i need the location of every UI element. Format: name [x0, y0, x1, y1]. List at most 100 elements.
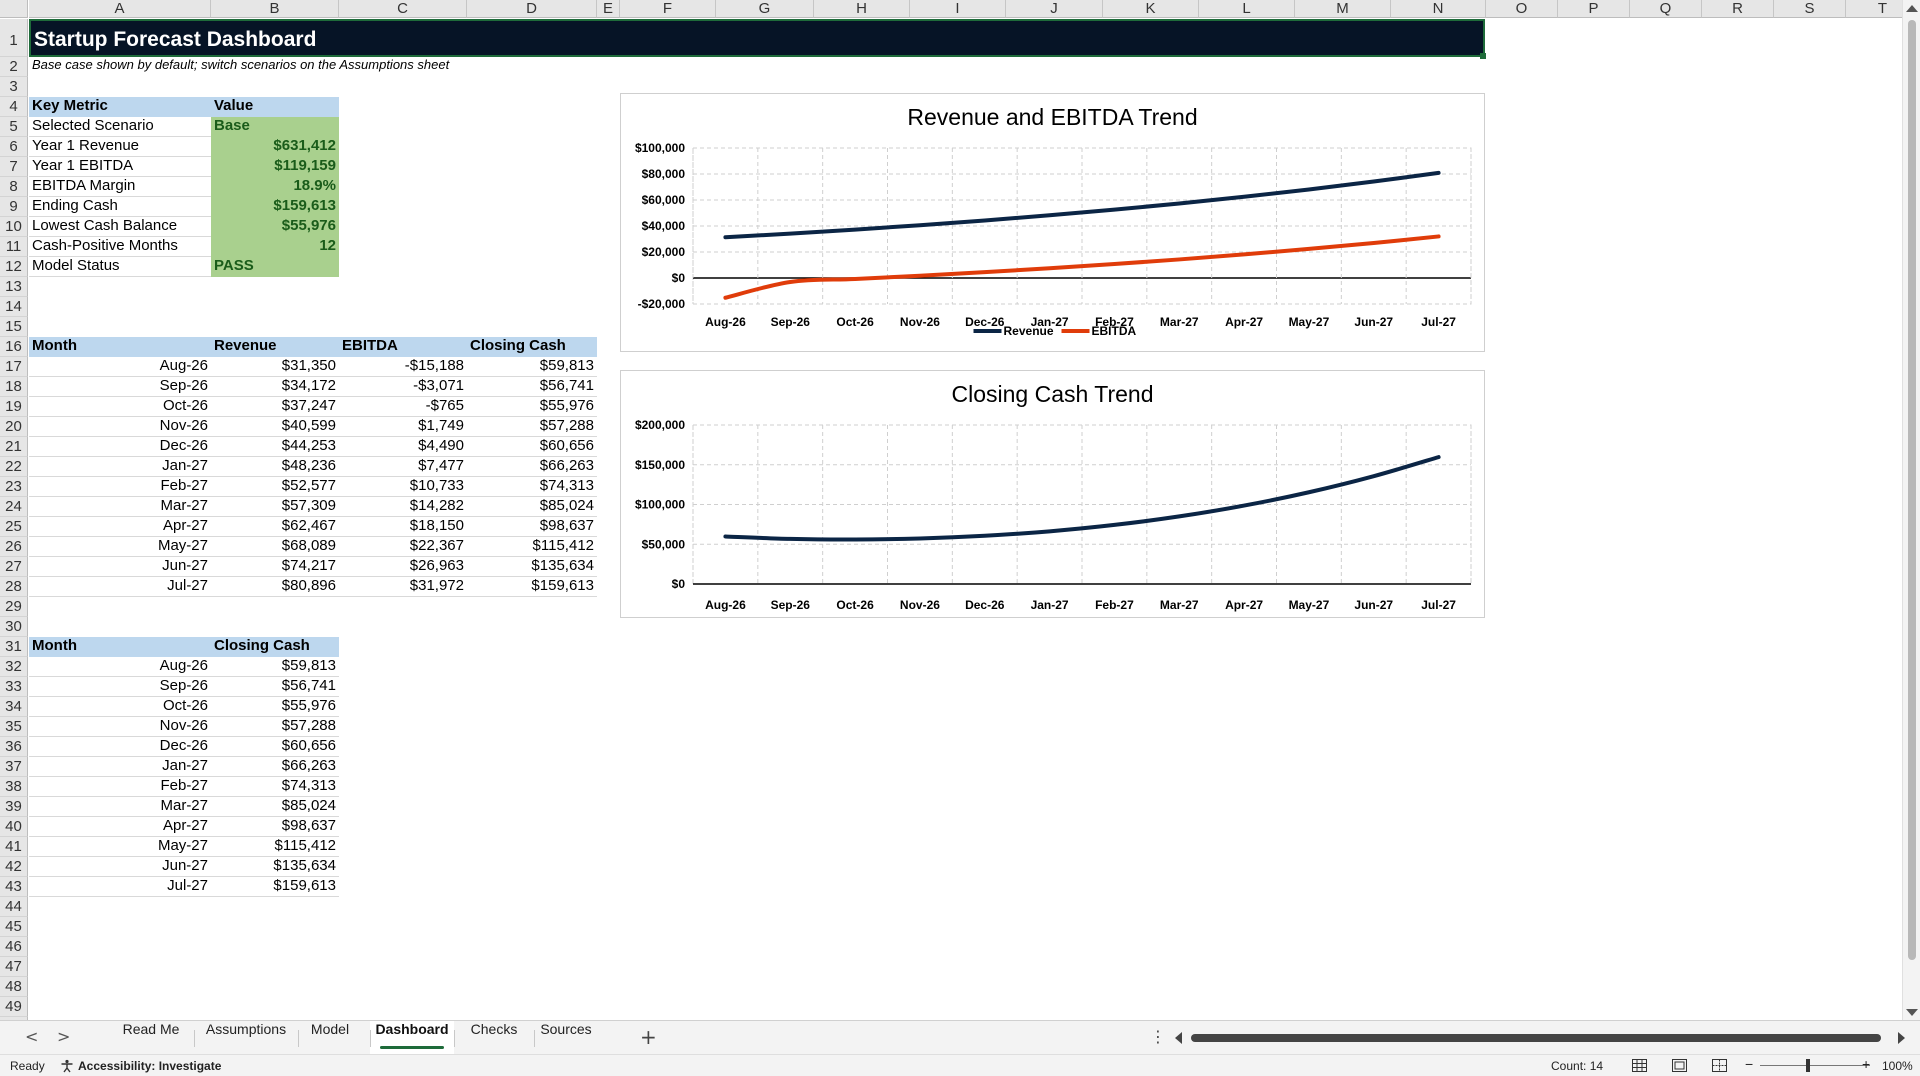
table-cell[interactable]: $66,263	[467, 457, 597, 477]
sheet-tab-read-me[interactable]: Read Me	[108, 1021, 194, 1055]
row-header[interactable]: 19	[0, 397, 28, 417]
table-cell[interactable]: Oct-26	[29, 397, 211, 417]
column-header[interactable]: O	[1486, 0, 1558, 18]
row-header[interactable]: 44	[0, 897, 28, 917]
row-header[interactable]: 13	[0, 277, 28, 297]
table-cell[interactable]: $159,613	[211, 877, 339, 897]
row-header[interactable]: 23	[0, 477, 28, 497]
table-cell[interactable]: $57,309	[211, 497, 339, 517]
row-header[interactable]: 33	[0, 677, 28, 697]
table-cell[interactable]: $37,247	[211, 397, 339, 417]
row-header[interactable]: 48	[0, 977, 28, 997]
table-cell[interactable]: $59,813	[211, 657, 339, 677]
vertical-scroll-thumb[interactable]	[1908, 20, 1916, 960]
row-header[interactable]: 11	[0, 237, 28, 257]
column-header[interactable]: K	[1103, 0, 1199, 18]
metric-label[interactable]: Year 1 Revenue	[29, 137, 211, 157]
table-cell[interactable]: $85,024	[211, 797, 339, 817]
row-header[interactable]: 30	[0, 617, 28, 637]
page-layout-icon[interactable]	[1672, 1059, 1687, 1075]
column-header[interactable]: E	[597, 0, 620, 18]
column-header[interactable]: D	[467, 0, 597, 18]
table-cell[interactable]: $56,741	[211, 677, 339, 697]
column-header[interactable]: H	[814, 0, 910, 18]
table-cell[interactable]: $4,490	[339, 437, 467, 457]
table-cell[interactable]: Jun-27	[29, 857, 211, 877]
sheet-tab-checks[interactable]: Checks	[454, 1021, 534, 1055]
table-cell[interactable]: $60,656	[467, 437, 597, 457]
table-cell[interactable]: $115,412	[211, 837, 339, 857]
row-header[interactable]: 20	[0, 417, 28, 437]
column-header[interactable]: M	[1295, 0, 1391, 18]
row-header[interactable]: 27	[0, 557, 28, 577]
table-cell[interactable]: $31,972	[339, 577, 467, 597]
table-cell[interactable]: $14,282	[339, 497, 467, 517]
row-header[interactable]: 18	[0, 377, 28, 397]
table-cell[interactable]: $34,172	[211, 377, 339, 397]
column-header[interactable]: R	[1702, 0, 1774, 18]
metric-value[interactable]: Base	[211, 117, 339, 137]
table-cell[interactable]: Nov-26	[29, 417, 211, 437]
table-cell[interactable]: $18,150	[339, 517, 467, 537]
worksheet-grid[interactable]: A B C D E F G H I J K L M N O P Q R S T 1 2 3 4 5 6 7 8 9 10 11 12 13 14 1…	[0, 0, 1902, 1020]
table-cell[interactable]: $159,613	[467, 577, 597, 597]
zoom-out-icon[interactable]: −	[1745, 1056, 1753, 1072]
dashboard-title[interactable]: Startup Forecast Dashboard	[29, 19, 1485, 57]
row-header[interactable]: 7	[0, 157, 28, 177]
table-header[interactable]: Closing Cash	[211, 637, 339, 657]
metric-label[interactable]: Cash-Positive Months	[29, 237, 211, 257]
row-header[interactable]: 10	[0, 217, 28, 237]
accessibility-icon[interactable]	[60, 1059, 74, 1076]
row-header[interactable]: 31	[0, 637, 28, 657]
table-cell[interactable]: $7,477	[339, 457, 467, 477]
column-header[interactable]: B	[211, 0, 339, 18]
row-header[interactable]: 26	[0, 537, 28, 557]
metric-value[interactable]: PASS	[211, 257, 339, 277]
prev-sheet-icon[interactable]: <	[25, 1027, 38, 1046]
table-cell[interactable]: $52,577	[211, 477, 339, 497]
table-cell[interactable]: $98,637	[211, 817, 339, 837]
table-header[interactable]: Month	[29, 637, 211, 657]
column-header[interactable]: L	[1199, 0, 1295, 18]
metric-value[interactable]: $631,412	[211, 137, 339, 157]
table-cell[interactable]: May-27	[29, 537, 211, 557]
table-cell[interactable]: Dec-26	[29, 437, 211, 457]
table-cell[interactable]: $135,634	[467, 557, 597, 577]
row-header[interactable]: 16	[0, 337, 28, 357]
zoom-slider-thumb[interactable]	[1806, 1059, 1810, 1072]
table-cell[interactable]: Jul-27	[29, 877, 211, 897]
table-cell[interactable]: Sep-26	[29, 377, 211, 397]
table-cell[interactable]: $56,741	[467, 377, 597, 397]
table-cell[interactable]: Jun-27	[29, 557, 211, 577]
column-header[interactable]: S	[1774, 0, 1846, 18]
table-cell[interactable]: Aug-26	[29, 357, 211, 377]
table-cell[interactable]: Jan-27	[29, 457, 211, 477]
metric-header[interactable]: Key Metric	[29, 97, 211, 117]
table-cell[interactable]: $74,313	[467, 477, 597, 497]
row-header[interactable]: 17	[0, 357, 28, 377]
scroll-down-icon[interactable]	[1906, 1009, 1918, 1016]
table-cell[interactable]: $66,263	[211, 757, 339, 777]
table-cell[interactable]: $57,288	[211, 717, 339, 737]
row-header[interactable]: 22	[0, 457, 28, 477]
metric-label[interactable]: EBITDA Margin	[29, 177, 211, 197]
sheet-tab-model[interactable]: Model	[298, 1021, 362, 1055]
column-header[interactable]: J	[1006, 0, 1103, 18]
table-cell[interactable]: $44,253	[211, 437, 339, 457]
metric-label[interactable]: Year 1 EBITDA	[29, 157, 211, 177]
row-header[interactable]: 25	[0, 517, 28, 537]
table-cell[interactable]: $135,634	[211, 857, 339, 877]
metric-label[interactable]: Ending Cash	[29, 197, 211, 217]
column-header[interactable]: N	[1391, 0, 1486, 18]
metric-value[interactable]: 18.9%	[211, 177, 339, 197]
table-cell[interactable]: $80,896	[211, 577, 339, 597]
zoom-in-icon[interactable]: +	[1862, 1056, 1870, 1072]
table-cell[interactable]: $74,217	[211, 557, 339, 577]
normal-view-icon[interactable]	[1632, 1059, 1647, 1075]
table-cell[interactable]: $40,599	[211, 417, 339, 437]
table-cell[interactable]: $60,656	[211, 737, 339, 757]
horizontal-scroll-thumb[interactable]	[1191, 1034, 1881, 1042]
row-header[interactable]: 4	[0, 97, 28, 117]
table-cell[interactable]: Jul-27	[29, 577, 211, 597]
metric-label[interactable]: Lowest Cash Balance	[29, 217, 211, 237]
